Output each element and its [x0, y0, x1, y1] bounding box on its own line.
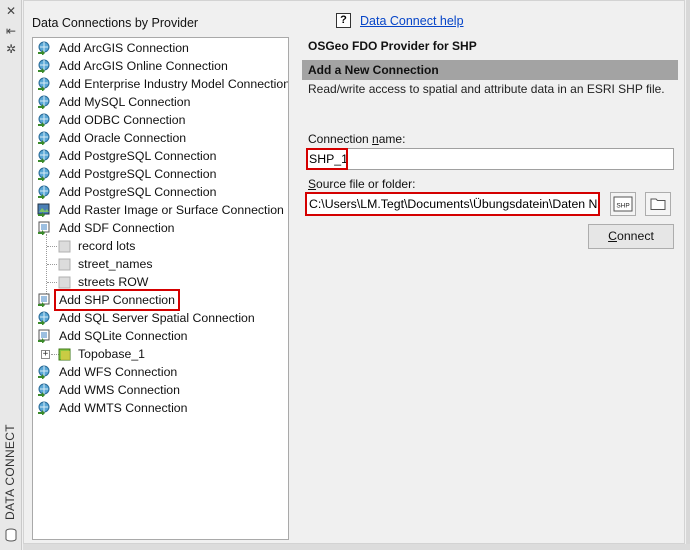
tree-item[interactable]: Topobase_1 — [33, 345, 288, 363]
globe-arrow-icon — [38, 401, 50, 415]
tree-item[interactable]: Add PostgreSQL Connection — [33, 165, 288, 183]
shp-icon — [38, 293, 50, 307]
source-path-input[interactable]: C:\Users\LM.Tegt\Documents\Übungsdatein\… — [306, 193, 600, 215]
tree-item[interactable]: Add WMS Connection — [33, 381, 288, 399]
tree-item-label: Add Enterprise Industry Model Connection — [59, 77, 289, 91]
tree-item-label: Add ArcGIS Connection — [59, 41, 189, 55]
close-icon[interactable]: ✕ — [4, 4, 18, 18]
layer-icon — [58, 240, 71, 253]
globe-arrow-icon — [38, 185, 50, 199]
folder-icon — [650, 198, 666, 210]
tree-item-label: Add SQL Server Spatial Connection — [59, 311, 255, 325]
tree-item[interactable]: Add WFS Connection — [33, 363, 288, 381]
tree-item[interactable]: Add ODBC Connection — [33, 111, 288, 129]
tree-item[interactable]: Add Raster Image or Surface Connection — [33, 201, 288, 219]
globe-arrow-icon — [38, 95, 50, 109]
connection-name-label: Connection name: — [308, 132, 406, 146]
tree-item[interactable]: street_names — [33, 255, 288, 273]
tree-item-label: Topobase_1 — [78, 347, 146, 361]
provider-description: Read/write access to spatial and attribu… — [308, 82, 665, 96]
source-label: Source file or folder: — [308, 177, 416, 191]
shp-file-icon: SHP — [613, 196, 633, 212]
tree-item[interactable]: Add ArcGIS Online Connection — [33, 57, 288, 75]
tree-item[interactable]: Add SQLite Connection — [33, 327, 288, 345]
globe-arrow-icon — [38, 113, 50, 127]
tree-item-label: Add ArcGIS Online Connection — [59, 59, 228, 73]
section-header: Add a New Connection — [302, 60, 678, 80]
tree-item-label: Add WMS Connection — [59, 383, 180, 397]
help-icon[interactable]: ? — [336, 13, 351, 28]
window-edge — [686, 0, 690, 550]
tree-item-label: Add PostgreSQL Connection — [59, 167, 217, 181]
globe-arrow-icon — [38, 131, 50, 145]
pin-icon[interactable]: ⇤ — [4, 24, 18, 38]
tree-item-label: street_names — [78, 257, 153, 271]
tree-item[interactable]: Add MySQL Connection — [33, 93, 288, 111]
tree-item[interactable]: Add ArcGIS Connection — [33, 39, 288, 57]
tree-item[interactable]: Add SQL Server Spatial Connection — [33, 309, 288, 327]
tree-item-label: Add SHP Connection — [54, 289, 180, 311]
topobase-icon — [58, 348, 71, 361]
globe-arrow-icon — [38, 311, 50, 325]
tree-item-label: Add Oracle Connection — [59, 131, 187, 145]
sqlite-icon — [38, 329, 50, 343]
tree-item[interactable]: Add Enterprise Industry Model Connection — [33, 75, 288, 93]
tree-item[interactable]: streets ROW — [33, 273, 288, 291]
globe-arrow-icon — [38, 59, 50, 73]
provider-title: OSGeo FDO Provider for SHP — [308, 39, 477, 53]
tree-item-label: streets ROW — [78, 275, 149, 289]
tree-item[interactable]: Add PostgreSQL Connection — [33, 147, 288, 165]
tree-item-label: record lots — [78, 239, 136, 253]
side-palette-strip: ✕ ⇤ ✲ DATA CONNECT — [0, 0, 22, 550]
window-bottom-edge — [23, 544, 690, 550]
connect-button[interactable]: Connect — [588, 224, 674, 249]
provider-tree[interactable]: + Add ArcGIS Connection Add ArcGIS Online… — [32, 37, 289, 540]
tree-item[interactable]: Add Oracle Connection — [33, 129, 288, 147]
tree-item-label: Add WMTS Connection — [59, 401, 188, 415]
data-connect-icon — [5, 528, 17, 542]
settings-icon[interactable]: ✲ — [4, 42, 18, 56]
layer-icon — [58, 258, 71, 271]
globe-arrow-icon — [38, 77, 50, 91]
connection-name-input[interactable]: SHP_1 — [306, 148, 674, 170]
globe-arrow-icon — [38, 41, 50, 55]
sdf-icon — [38, 221, 50, 235]
tree-item[interactable]: Add SHP Connection — [33, 289, 288, 311]
help-link[interactable]: Data Connect help — [360, 14, 464, 28]
tree-item-label: Add SQLite Connection — [59, 329, 188, 343]
shp-file-button[interactable]: SHP — [610, 192, 636, 216]
tree-item-label: Add Raster Image or Surface Connection — [59, 203, 284, 217]
palette-title: DATA CONNECT — [3, 424, 17, 520]
tree-item-label: Add WFS Connection — [59, 365, 178, 379]
tree-item-label: Add SDF Connection — [59, 221, 175, 235]
tree-item[interactable]: Add SDF Connection — [33, 219, 288, 237]
globe-arrow-icon — [38, 365, 50, 379]
globe-arrow-icon — [38, 149, 50, 163]
tree-item-label: Add PostgreSQL Connection — [59, 149, 217, 163]
tree-item[interactable]: record lots — [33, 237, 288, 255]
globe-arrow-icon — [38, 167, 50, 181]
tree-item-label: Add PostgreSQL Connection — [59, 185, 217, 199]
panel-title: Data Connections by Provider — [32, 16, 199, 30]
tree-item-label: Add ODBC Connection — [59, 113, 186, 127]
globe-arrow-icon — [38, 383, 50, 397]
browse-folder-button[interactable] — [645, 192, 671, 216]
tree-item[interactable]: Add PostgreSQL Connection — [33, 183, 288, 201]
svg-text:SHP: SHP — [616, 203, 629, 210]
tree-item-label: Add MySQL Connection — [59, 95, 191, 109]
layer-icon — [58, 276, 71, 289]
raster-icon — [37, 203, 50, 217]
tree-item[interactable]: Add WMTS Connection — [33, 399, 288, 417]
